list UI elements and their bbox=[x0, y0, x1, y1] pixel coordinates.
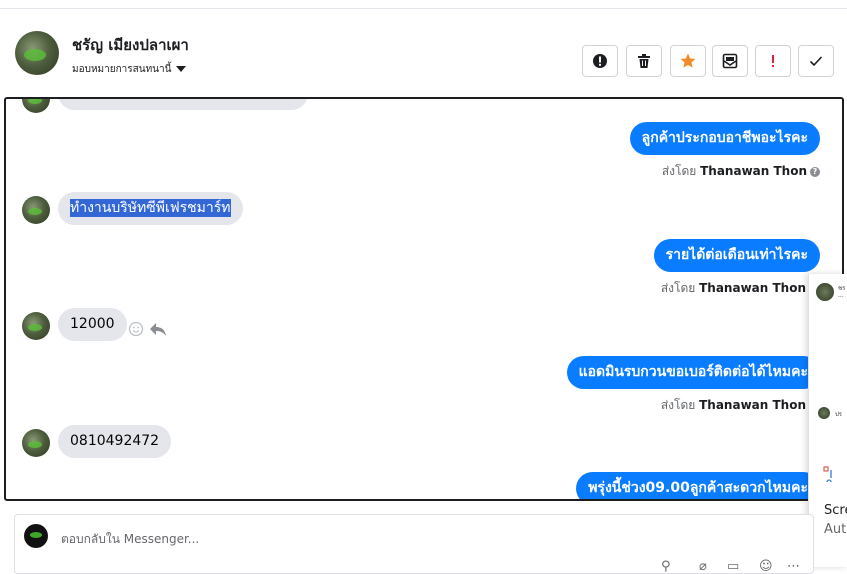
sent-by-prefix: ส่งโดย bbox=[661, 164, 697, 178]
trash-icon bbox=[638, 54, 650, 68]
outgoing-message-bubble[interactable]: แอดมินรบกวนขอเบอร์ติดต่อได้ไหมคะ bbox=[566, 356, 820, 389]
outgoing-message-bubble[interactable]: รายได้ต่อเดือนเท่าไรคะ bbox=[653, 239, 820, 272]
archive-icon bbox=[722, 53, 738, 69]
popup-avatar-small bbox=[818, 407, 830, 419]
check-icon bbox=[809, 56, 823, 67]
delete-button[interactable] bbox=[626, 45, 662, 77]
message-thread[interactable]: ลูกค้าประกอบอาชีพอะไรคะ ส่งโดย Thanawan … bbox=[4, 97, 844, 501]
alert-circle-icon bbox=[593, 54, 607, 68]
snipping-tool-icon[interactable] bbox=[823, 466, 837, 482]
sent-by-name: Thanawan Thon bbox=[699, 398, 806, 412]
page-avatar bbox=[24, 524, 48, 548]
customer-avatar bbox=[22, 99, 50, 113]
mark-spam-button[interactable] bbox=[582, 45, 618, 77]
sent-by-name: Thanawan Thon bbox=[700, 164, 807, 178]
sent-by-label: ส่งโดย Thanawan Thon bbox=[661, 396, 806, 415]
star-icon bbox=[680, 53, 696, 68]
popup-subtitle: Auto bbox=[824, 522, 847, 537]
popup-avatar bbox=[816, 283, 834, 301]
contact-avatar[interactable] bbox=[15, 31, 59, 75]
incoming-message-bubble[interactable]: ทำงานบริษัทซีพีเฟรชมาร์ท bbox=[58, 192, 243, 225]
popup-title: Scre bbox=[824, 503, 847, 518]
reply-input[interactable]: ตอบกลับใน Messenger... bbox=[61, 530, 199, 549]
info-icon[interactable]: ? bbox=[810, 166, 820, 177]
react-emoji-icon[interactable] bbox=[128, 321, 144, 337]
reply-composer[interactable]: ตอบกลับใน Messenger... ⚲ ⌀ ▭ ☺ ⋯ bbox=[14, 514, 814, 574]
sent-by-label: ส่งโดย Thanawan Thon bbox=[661, 279, 806, 298]
sent-by-label: ส่งโดย Thanawan Thon? bbox=[662, 162, 820, 181]
selected-message-text: ทำงานบริษัทซีพีเฟรชมาร์ท bbox=[70, 199, 231, 217]
assign-conversation-dropdown[interactable]: มอบหมายการสนทนานี้ bbox=[72, 62, 187, 77]
assign-label: มอบหมายการสนทนานี้ bbox=[72, 64, 172, 75]
follow-up-button[interactable] bbox=[755, 45, 791, 77]
caret-down-icon bbox=[176, 66, 187, 72]
conversation-header: ชรัญ เมียงปลาเผา มอบหมายการสนทนานี้ bbox=[0, 9, 847, 95]
star-button[interactable] bbox=[670, 45, 706, 77]
contact-name[interactable]: ชรัญ เมียงปลาเผา bbox=[72, 33, 189, 57]
reply-icon[interactable] bbox=[149, 321, 167, 337]
incoming-message-bubble[interactable]: 12000 bbox=[58, 308, 127, 341]
customer-avatar bbox=[22, 312, 50, 340]
incoming-message-bubble[interactable]: 0810492472 bbox=[58, 425, 172, 458]
exclamation-icon bbox=[772, 55, 774, 67]
popup-text: ... bbox=[838, 292, 844, 299]
customer-avatar bbox=[22, 196, 50, 224]
incoming-message-bubble[interactable] bbox=[58, 99, 308, 110]
outgoing-message-bubble[interactable]: พรุ่งนี้ช่วง09.00ลูกค้าสะดวกไหมคะ bbox=[576, 472, 820, 499]
sent-by-prefix: ส่งโดย bbox=[660, 398, 696, 412]
outgoing-message-bubble[interactable]: ลูกค้าประกอบอาชีพอะไรคะ bbox=[629, 122, 820, 155]
mark-done-button[interactable] bbox=[798, 45, 834, 77]
sent-by-prefix: ส่งโดย bbox=[660, 281, 696, 295]
move-to-done-button[interactable] bbox=[712, 45, 748, 77]
customer-avatar bbox=[22, 429, 50, 457]
popup-text: ปร bbox=[835, 411, 843, 418]
sent-by-name: Thanawan Thon bbox=[699, 281, 806, 295]
